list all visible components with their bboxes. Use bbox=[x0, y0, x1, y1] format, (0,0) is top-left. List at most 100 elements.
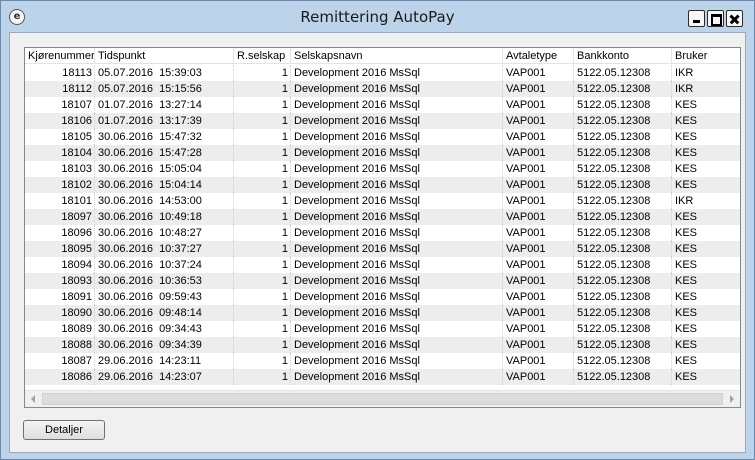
cell-bruker: KES bbox=[675, 275, 698, 287]
scroll-left-arrow-icon[interactable] bbox=[25, 391, 42, 407]
table-row[interactable]: 18102 30.06.2016 15:04:14 1 Development 201… bbox=[25, 177, 740, 193]
title-bar[interactable]: e Remittering AutoPay bbox=[1, 1, 754, 32]
column-header-tidspunkt[interactable]: Tidspunkt bbox=[95, 48, 234, 64]
cell-tidspunkt: 30.06.2016 09:48:14 bbox=[95, 305, 234, 321]
remittance-grid[interactable]: Kjørenummer Tidspunkt R.selskap Selskaps… bbox=[24, 47, 741, 408]
cell-kjorenummer: 18086 bbox=[25, 369, 95, 385]
cell-time: 15:47:32 bbox=[159, 131, 202, 143]
cell-kjorenummer: 18105 bbox=[25, 129, 95, 145]
table-row[interactable]: 18094 30.06.2016 10:37:24 1 Development 201… bbox=[25, 257, 740, 273]
cell-rselskap: 1 bbox=[234, 129, 291, 145]
cell-kjorenummer: 18101 bbox=[25, 193, 95, 209]
cell-time: 15:04:14 bbox=[159, 179, 202, 191]
cell-avtaletype: VAP001 bbox=[503, 209, 574, 225]
cell-rselskap: 1 bbox=[234, 97, 291, 113]
cell-selskapsnavn: Development 2016 MsSql bbox=[291, 161, 503, 177]
cell-bankkonto: 5122.05.12308 bbox=[574, 321, 672, 337]
cell-rselskap: 1 bbox=[234, 193, 291, 209]
cell-time: 10:36:53 bbox=[159, 275, 202, 287]
table-row[interactable]: 18091 30.06.2016 09:59:43 1 Development 201… bbox=[25, 289, 740, 305]
cell-rselskap: 1 bbox=[234, 257, 291, 273]
cell-bankkonto: 5122.05.12308 bbox=[574, 113, 672, 129]
cell-kjorenummer: 18089 bbox=[25, 321, 95, 337]
table-row[interactable]: 18096 30.06.2016 10:48:27 1 Development 201… bbox=[25, 225, 740, 241]
cell-rselskap: 1 bbox=[234, 273, 291, 289]
table-row[interactable]: 18104 30.06.2016 15:47:28 1 Development 201… bbox=[25, 145, 740, 161]
table-row[interactable]: 18088 30.06.2016 09:34:39 1 Development 201… bbox=[25, 337, 740, 353]
close-button[interactable] bbox=[726, 10, 743, 27]
table-row[interactable]: 18093 30.06.2016 10:36:53 1 Development 201… bbox=[25, 273, 740, 289]
column-header-kjorenummer[interactable]: Kjørenummer bbox=[25, 48, 95, 64]
table-row[interactable]: 18106 01.07.2016 13:17:39 1 Development 201… bbox=[25, 113, 740, 129]
cell-bruker: KES bbox=[675, 131, 698, 143]
horizontal-scrollbar[interactable] bbox=[25, 390, 740, 407]
table-row[interactable]: 18112 05.07.2016 15:15:56 1 Development 201… bbox=[25, 81, 740, 97]
cell-time: 10:48:27 bbox=[159, 227, 202, 239]
cell-bankkonto: 5122.05.12308 bbox=[574, 193, 672, 209]
column-header-selskapsnavn[interactable]: Selskapsnavn bbox=[291, 48, 503, 64]
cell-kjorenummer: 18113 bbox=[25, 65, 95, 81]
cell-time: 10:37:24 bbox=[159, 259, 202, 271]
table-row[interactable]: 18089 30.06.2016 09:34:43 1 Development 201… bbox=[25, 321, 740, 337]
cell-time: 09:34:39 bbox=[159, 339, 202, 351]
cell-bruker: KES bbox=[675, 227, 698, 239]
cell-bruker: KES bbox=[675, 371, 698, 383]
cell-avtaletype: VAP001 bbox=[503, 369, 574, 385]
cell-tidspunkt: 29.06.2016 14:23:11 bbox=[95, 353, 234, 369]
table-row[interactable]: 18113 05.07.2016 15:39:03 1 Development 201… bbox=[25, 65, 740, 81]
scroll-right-arrow-icon[interactable] bbox=[723, 391, 740, 407]
table-row[interactable]: 18103 30.06.2016 15:05:04 1 Development 201… bbox=[25, 161, 740, 177]
details-button[interactable]: Detaljer bbox=[23, 420, 105, 440]
cell-date: 29.06.2016 bbox=[98, 355, 154, 367]
cell-tidspunkt: 05.07.2016 15:39:03 bbox=[95, 65, 234, 81]
cell-tidspunkt: 30.06.2016 09:34:43 bbox=[95, 321, 234, 337]
cell-bruker: KES bbox=[675, 307, 698, 319]
cell-bruker: IKR bbox=[675, 83, 694, 95]
cell-date: 30.06.2016 bbox=[98, 323, 154, 335]
grid-rows: 18113 05.07.2016 15:39:03 1 Development 201… bbox=[25, 65, 740, 385]
cell-selskapsnavn: Development 2016 MsSql bbox=[291, 113, 503, 129]
cell-selskapsnavn: Development 2016 MsSql bbox=[291, 65, 503, 81]
column-header-bruker[interactable]: Bruker bbox=[672, 48, 740, 64]
cell-avtaletype: VAP001 bbox=[503, 113, 574, 129]
cell-rselskap: 1 bbox=[234, 177, 291, 193]
cell-time: 13:27:14 bbox=[159, 99, 202, 111]
cell-avtaletype: VAP001 bbox=[503, 289, 574, 305]
cell-rselskap: 1 bbox=[234, 145, 291, 161]
cell-tidspunkt: 30.06.2016 09:59:43 bbox=[95, 289, 234, 305]
cell-avtaletype: VAP001 bbox=[503, 225, 574, 241]
cell-time: 15:39:03 bbox=[159, 67, 202, 79]
cell-date: 30.06.2016 bbox=[98, 259, 154, 271]
table-row[interactable]: 18105 30.06.2016 15:47:32 1 Development 201… bbox=[25, 129, 740, 145]
table-row[interactable]: 18101 30.06.2016 14:53:00 1 Development 201… bbox=[25, 193, 740, 209]
minimize-button[interactable] bbox=[688, 10, 705, 27]
table-row[interactable]: 18086 29.06.2016 14:23:07 1 Development 201… bbox=[25, 369, 740, 385]
cell-bankkonto: 5122.05.12308 bbox=[574, 257, 672, 273]
table-row[interactable]: 18090 30.06.2016 09:48:14 1 Development 201… bbox=[25, 305, 740, 321]
column-header-rselskap[interactable]: R.selskap bbox=[234, 48, 291, 64]
cell-selskapsnavn: Development 2016 MsSql bbox=[291, 305, 503, 321]
cell-bruker: KES bbox=[675, 259, 698, 271]
column-header-bankkonto[interactable]: Bankkonto bbox=[574, 48, 672, 64]
table-row[interactable]: 18087 29.06.2016 14:23:11 1 Development 201… bbox=[25, 353, 740, 369]
cell-time: 09:59:43 bbox=[159, 291, 202, 303]
scrollbar-thumb[interactable] bbox=[42, 393, 723, 405]
cell-tidspunkt: 30.06.2016 15:05:04 bbox=[95, 161, 234, 177]
cell-rselskap: 1 bbox=[234, 81, 291, 97]
cell-bruker: KES bbox=[675, 115, 698, 127]
cell-bankkonto: 5122.05.12308 bbox=[574, 337, 672, 353]
cell-tidspunkt: 30.06.2016 10:37:27 bbox=[95, 241, 234, 257]
cell-rselskap: 1 bbox=[234, 321, 291, 337]
table-row[interactable]: 18097 30.06.2016 10:49:18 1 Development 201… bbox=[25, 209, 740, 225]
cell-time: 10:49:18 bbox=[159, 211, 202, 223]
table-row[interactable]: 18095 30.06.2016 10:37:27 1 Development 201… bbox=[25, 241, 740, 257]
cell-bruker: KES bbox=[675, 99, 698, 111]
cell-bruker: IKR bbox=[675, 195, 694, 207]
column-header-avtaletype[interactable]: Avtaletype bbox=[503, 48, 574, 64]
grid-header: Kjørenummer Tidspunkt R.selskap Selskaps… bbox=[25, 48, 740, 64]
cell-kjorenummer: 18088 bbox=[25, 337, 95, 353]
table-row[interactable]: 18107 01.07.2016 13:27:14 1 Development 201… bbox=[25, 97, 740, 113]
maximize-button[interactable] bbox=[707, 10, 724, 27]
cell-date: 30.06.2016 bbox=[98, 211, 154, 223]
cell-date: 30.06.2016 bbox=[98, 147, 154, 159]
